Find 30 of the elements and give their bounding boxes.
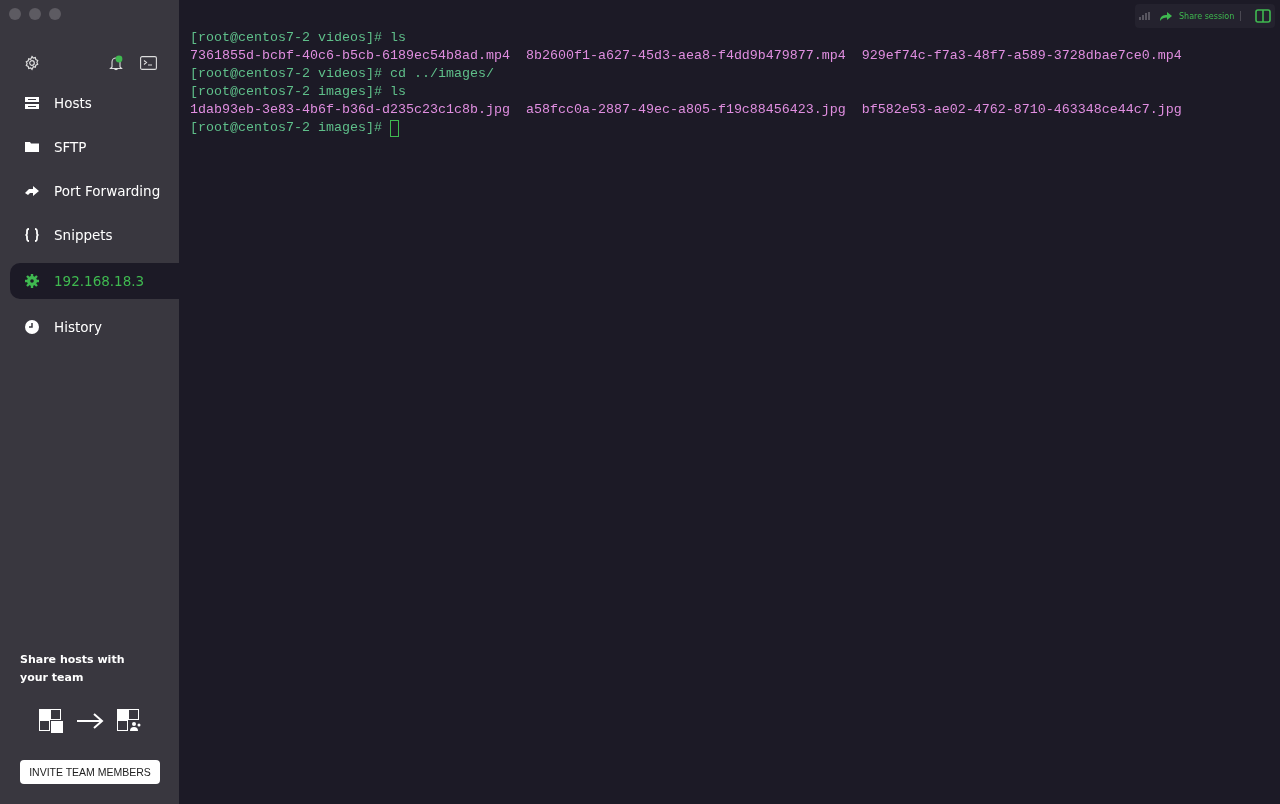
terminal-command: cd ../images/: [389, 65, 494, 83]
sidebar-item[interactable]: SFTP: [10, 129, 179, 165]
terminal-icon[interactable]: [140, 56, 157, 70]
sidebar-item[interactable]: 192.168.18.3: [10, 263, 179, 299]
terminal-output: 1dab93eb-3e83-4b6f-b36d-d235c23c1c8b.jpg a58fcc0a-2887-49ec-a805-f19c88456423.jpg bf582e53-ae02-4762-8710-463348ce44c7.jpg: [190, 101, 1182, 119]
sidebar-item[interactable]: Snippets: [10, 217, 179, 253]
clock-icon: [25, 320, 39, 334]
promo-text: Share hosts with your team: [20, 652, 126, 686]
terminal-prompt: [root@centos7-2 images]#: [190, 119, 383, 137]
braces-icon: [25, 228, 39, 242]
server-icon: [25, 96, 39, 110]
share-arrow-icon: [1159, 10, 1173, 22]
sidebar-item[interactable]: Hosts: [10, 85, 179, 121]
settings-icon[interactable]: [24, 55, 40, 71]
invite-button[interactable]: INVITE TEAM MEMBERS: [20, 760, 160, 784]
terminal-prompt: [root@centos7-2 images]#: [190, 83, 383, 101]
arrow-icon: [25, 185, 39, 197]
split-view-icon[interactable]: [1255, 9, 1271, 23]
terminal-command: ls: [389, 29, 406, 47]
terminal-prompt: [root@centos7-2 videos]#: [190, 29, 383, 47]
terminal-output: 7361855d-bcbf-40c6-b5cb-6189ec54b8ad.mp4 8b2600f1-a627-45d3-aea8-f4dd9b479877.mp4 929ef74c-f7a3-48f7-a589-3728dbae7ce0.mp4: [190, 47, 1182, 65]
folder-icon: [25, 141, 39, 153]
share-button[interactable]: Share session: [1159, 10, 1235, 22]
bell-icon[interactable]: [108, 55, 124, 71]
sidebar-item[interactable]: History: [10, 309, 179, 345]
gear-icon: [25, 274, 39, 288]
signal-icon: [1139, 11, 1153, 21]
terminal-command: ls: [389, 83, 406, 101]
sidebar-item[interactable]: Port Forwarding: [10, 173, 179, 209]
terminal-prompt: [root@centos7-2 videos]#: [190, 65, 383, 83]
